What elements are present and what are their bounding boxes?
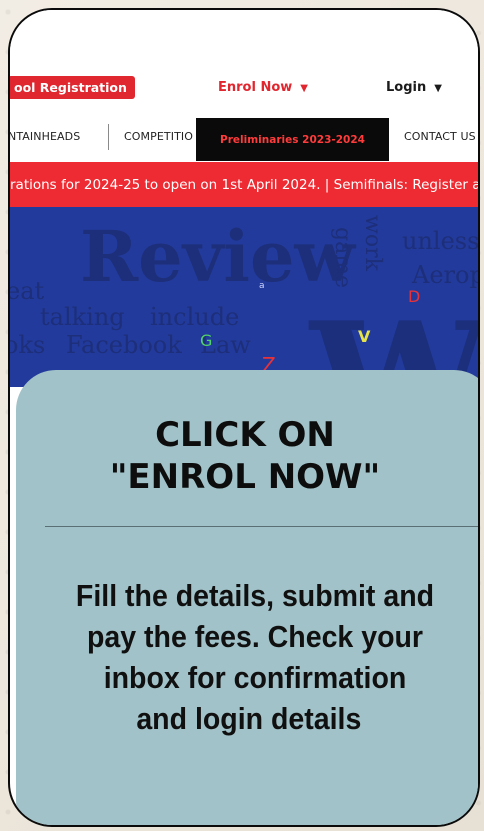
card-body-line: Fill the details, submit and bbox=[75, 578, 435, 613]
wordcloud-word: include bbox=[150, 303, 240, 331]
phone-frame: ool Registration Enrol Now ▼ Login ▼ NTAIN… bbox=[8, 8, 480, 827]
wordcloud-word: work bbox=[360, 215, 385, 271]
card-body: Fill the details, submit and pay the fee… bbox=[35, 575, 475, 739]
wordcloud-word: talking bbox=[40, 303, 125, 331]
wordcloud-word: oks bbox=[10, 331, 46, 359]
floating-letter: G bbox=[200, 331, 213, 350]
wordcloud-word: Aerop bbox=[412, 261, 478, 289]
wordcloud-word: Facebook bbox=[66, 331, 182, 359]
top-nav: ool Registration Enrol Now ▼ Login ▼ bbox=[10, 68, 478, 108]
menu-item-contact-us[interactable]: CONTACT US bbox=[404, 130, 476, 143]
announcement-ticker: rations for 2024-25 to open on 1st April… bbox=[10, 162, 478, 207]
wordcloud-word: unless bbox=[402, 227, 478, 255]
card-title-line: "ENROL NOW" bbox=[109, 457, 381, 497]
enrol-now-menu[interactable]: Enrol Now ▼ bbox=[218, 80, 308, 95]
status-area bbox=[10, 10, 478, 68]
card-body-line: and login details bbox=[136, 701, 362, 736]
wordcloud-word: game bbox=[330, 227, 355, 289]
chevron-down-icon: ▼ bbox=[434, 83, 442, 94]
menu-item-competitions[interactable]: COMPETITIO bbox=[124, 130, 193, 143]
wordcloud-word: Review bbox=[80, 215, 355, 298]
floating-letter: V bbox=[358, 327, 371, 346]
menu-item-fountainheads[interactable]: NTAINHEADS bbox=[10, 130, 80, 143]
card-divider bbox=[45, 526, 478, 527]
main-menu: NTAINHEADS COMPETITIO Preliminaries 2023… bbox=[10, 118, 478, 161]
card-title: CLICK ON "ENROL NOW" bbox=[16, 414, 474, 498]
card-title-line: CLICK ON bbox=[155, 415, 335, 455]
card-body-line: pay the fees. Check your bbox=[86, 619, 424, 654]
wordcloud-word: eat bbox=[10, 277, 45, 305]
menu-divider bbox=[108, 124, 109, 150]
preliminaries-label: Preliminaries 2023-2024 bbox=[220, 133, 365, 146]
login-menu[interactable]: Login ▼ bbox=[386, 80, 442, 95]
chevron-down-icon: ▼ bbox=[300, 83, 308, 94]
floating-letter: a bbox=[259, 281, 265, 291]
login-label: Login bbox=[386, 80, 427, 95]
card-body-line: inbox for confirmation bbox=[103, 660, 407, 695]
enrol-now-label: Enrol Now bbox=[218, 80, 293, 95]
instruction-card: CLICK ON "ENROL NOW" Fill the details, s… bbox=[16, 370, 478, 825]
school-registration-button[interactable]: ool Registration bbox=[10, 76, 135, 99]
preliminaries-dropdown[interactable]: Preliminaries 2023-2024 bbox=[196, 118, 389, 161]
ticker-text: rations for 2024-25 to open on 1st April… bbox=[10, 176, 478, 193]
hero-banner: Review talking include Facebook Law unle… bbox=[10, 207, 478, 387]
floating-letter: D bbox=[408, 287, 421, 306]
